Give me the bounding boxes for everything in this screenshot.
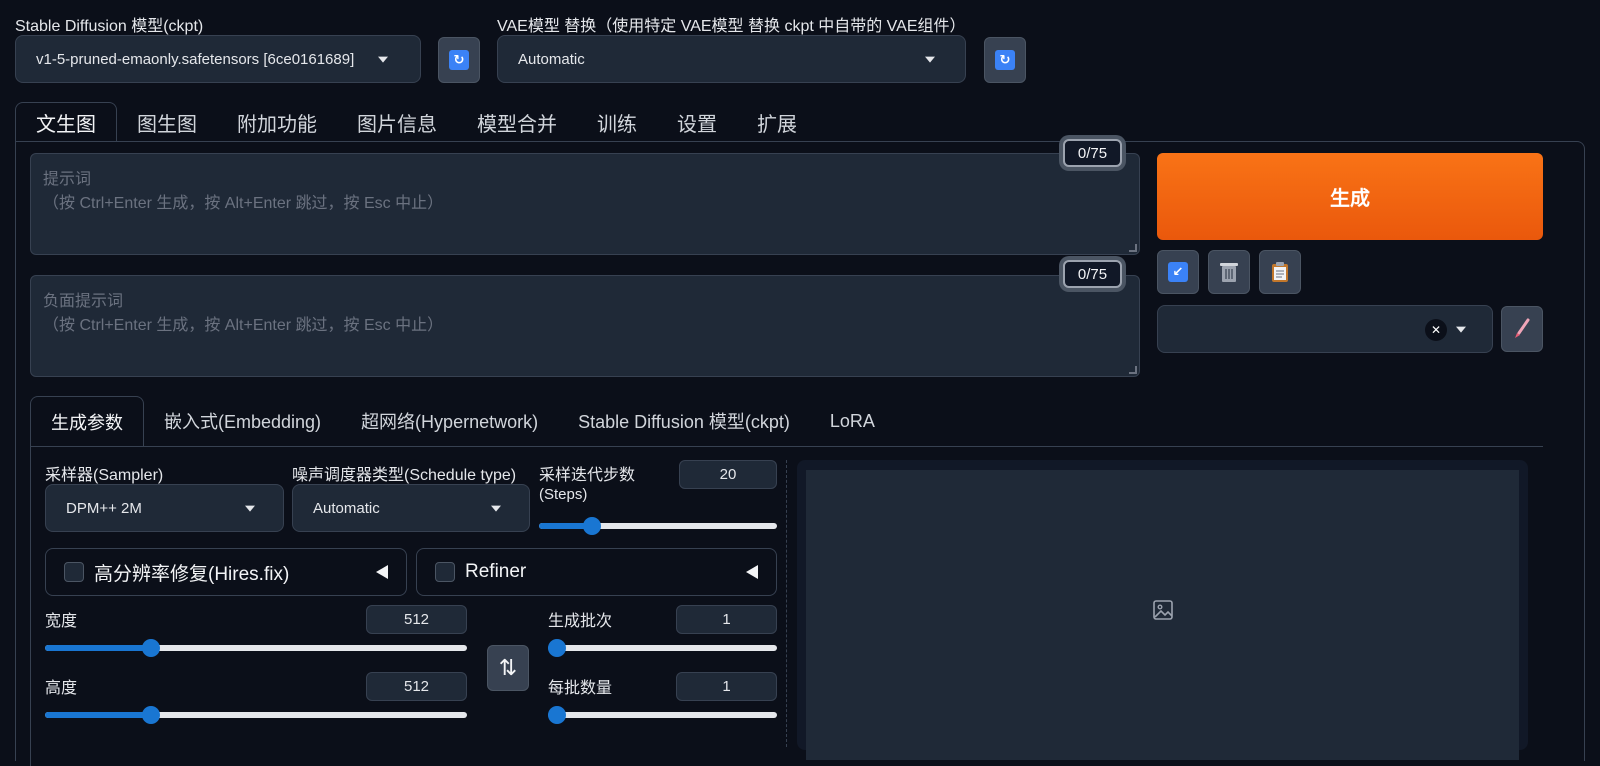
- prompt-placeholder-hint: （按 Ctrl+Enter 生成，按 Alt+Enter 跳过，按 Esc 中止…: [43, 195, 444, 212]
- refiner-label: Refiner: [465, 561, 527, 582]
- refiner-accordion[interactable]: Refiner: [416, 548, 777, 596]
- collapse-triangle-icon[interactable]: [746, 565, 758, 579]
- chevron-down-icon: [1456, 326, 1466, 333]
- output-gallery: [797, 460, 1528, 760]
- tab-png-info[interactable]: 图片信息: [337, 102, 457, 142]
- clear-prompt-button[interactable]: [1208, 250, 1250, 294]
- generate-button[interactable]: 生成: [1157, 153, 1543, 240]
- slider-thumb[interactable]: [583, 517, 601, 535]
- resize-handle-icon[interactable]: [1129, 244, 1137, 252]
- main-tabs: 文生图 图生图 附加功能 图片信息 模型合并 训练 设置 扩展: [15, 102, 817, 142]
- refresh-sd-model-button[interactable]: ↻: [438, 37, 480, 83]
- apply-styles-button[interactable]: [1259, 250, 1301, 294]
- refiner-checkbox[interactable]: [435, 562, 455, 582]
- vae-value: Automatic: [518, 50, 585, 68]
- batch-count-slider[interactable]: [548, 638, 777, 658]
- slider-fill: [45, 645, 151, 651]
- slider-track: [548, 645, 777, 651]
- chevron-down-icon: [491, 505, 501, 512]
- chevron-down-icon: [245, 505, 255, 512]
- tab-train[interactable]: 训练: [577, 102, 657, 142]
- sd-model-dropdown[interactable]: v1-5-pruned-emaonly.safetensors [6ce0161…: [15, 35, 421, 83]
- steps-slider[interactable]: [539, 516, 777, 536]
- trash-icon: [1220, 263, 1238, 282]
- swap-dimensions-button[interactable]: ⇅: [487, 645, 529, 691]
- clear-icon[interactable]: ✕: [1425, 319, 1447, 341]
- prompt-token-counter: 0/75: [1063, 139, 1122, 167]
- hires-fix-label: 高分辨率修复(Hires.fix): [94, 563, 290, 585]
- column-divider: [786, 460, 787, 747]
- width-slider[interactable]: [45, 638, 467, 658]
- resize-handle-icon[interactable]: [1129, 366, 1137, 374]
- tab-extensions[interactable]: 扩展: [737, 102, 817, 142]
- slider-track: [548, 712, 777, 718]
- schedule-type-label: 噪声调度器类型(Schedule type): [292, 467, 517, 484]
- read-params-button[interactable]: ↙: [1157, 250, 1199, 294]
- chevron-down-icon: [925, 56, 935, 63]
- tab-txt2img[interactable]: 文生图: [15, 102, 117, 142]
- vae-label: VAE模型 替换（使用特定 VAE模型 替换 ckpt 中自带的 VAE组件）: [497, 18, 966, 35]
- vae-dropdown[interactable]: Automatic: [497, 35, 966, 83]
- swap-icon: ⇅: [498, 655, 518, 680]
- sampler-value: DPM++ 2M: [66, 499, 142, 517]
- negative-prompt-placeholder-hint: （按 Ctrl+Enter 生成，按 Alt+Enter 跳过，按 Esc 中止…: [43, 317, 444, 334]
- refresh-icon: ↻: [995, 50, 1015, 70]
- sub-tabs: 生成参数 嵌入式(Embedding) 超网络(Hypernetwork) St…: [30, 396, 895, 446]
- batch-size-label: 每批数量: [548, 680, 613, 697]
- slider-thumb[interactable]: [548, 706, 566, 724]
- hires-fix-accordion[interactable]: 高分辨率修复(Hires.fix): [45, 548, 407, 596]
- tab-checkpoint-merger[interactable]: 模型合并: [457, 102, 577, 142]
- image-placeholder-icon: [1153, 600, 1173, 620]
- paintbrush-icon: [1515, 318, 1530, 338]
- tab-lora[interactable]: LoRA: [810, 396, 895, 446]
- styles-dropdown[interactable]: ✕: [1157, 305, 1493, 353]
- batch-size-slider[interactable]: [548, 705, 777, 725]
- prompt-input[interactable]: 提示词 （按 Ctrl+Enter 生成，按 Alt+Enter 跳过，按 Es…: [30, 153, 1140, 255]
- height-input[interactable]: 512: [366, 672, 467, 701]
- refresh-vae-button[interactable]: ↻: [984, 37, 1026, 83]
- schedule-type-dropdown[interactable]: Automatic: [292, 484, 530, 532]
- batch-size-input[interactable]: 1: [676, 672, 777, 701]
- tab-settings[interactable]: 设置: [657, 102, 737, 142]
- slider-thumb[interactable]: [141, 706, 160, 724]
- slider-thumb[interactable]: [548, 639, 566, 657]
- arrow-icon: ↙: [1168, 262, 1188, 282]
- hires-fix-checkbox[interactable]: [64, 562, 84, 582]
- negative-prompt-token-counter: 0/75: [1063, 260, 1122, 288]
- sd-model-value: v1-5-pruned-emaonly.safetensors [6ce0161…: [36, 50, 355, 68]
- slider-thumb[interactable]: [141, 639, 160, 657]
- tab-checkpoints[interactable]: Stable Diffusion 模型(ckpt): [558, 396, 810, 446]
- sd-model-label: Stable Diffusion 模型(ckpt): [15, 18, 204, 35]
- sampler-dropdown[interactable]: DPM++ 2M: [45, 484, 284, 532]
- collapse-triangle-icon[interactable]: [376, 565, 388, 579]
- height-label: 高度: [45, 680, 78, 697]
- tab-extras[interactable]: 附加功能: [217, 102, 337, 142]
- prompt-placeholder-title: 提示词: [43, 171, 92, 188]
- tab-hypernetworks[interactable]: 超网络(Hypernetwork): [341, 396, 558, 446]
- tab-img2img[interactable]: 图生图: [117, 102, 217, 142]
- tab-generation[interactable]: 生成参数: [30, 396, 144, 446]
- steps-label: 采样迭代步数: [539, 467, 636, 484]
- tab-textual-inversion[interactable]: 嵌入式(Embedding): [144, 396, 341, 446]
- batch-count-input[interactable]: 1: [676, 605, 777, 634]
- height-slider[interactable]: [45, 705, 467, 725]
- refresh-icon: ↻: [449, 50, 469, 70]
- slider-fill: [45, 712, 151, 718]
- clipboard-icon: [1272, 262, 1288, 282]
- output-image-area[interactable]: [806, 470, 1519, 760]
- schedule-type-value: Automatic: [313, 499, 380, 517]
- edit-styles-button[interactable]: [1501, 306, 1543, 352]
- negative-prompt-input[interactable]: 负面提示词 （按 Ctrl+Enter 生成，按 Alt+Enter 跳过，按 …: [30, 275, 1140, 377]
- steps-input[interactable]: 20: [679, 460, 777, 489]
- width-input[interactable]: 512: [366, 605, 467, 634]
- width-label: 宽度: [45, 613, 78, 630]
- negative-prompt-placeholder-title: 负面提示词: [43, 293, 124, 310]
- chevron-down-icon: [378, 56, 388, 63]
- batch-count-label: 生成批次: [548, 613, 613, 630]
- steps-label-sub: (Steps): [539, 486, 588, 503]
- sampler-label: 采样器(Sampler): [45, 467, 164, 484]
